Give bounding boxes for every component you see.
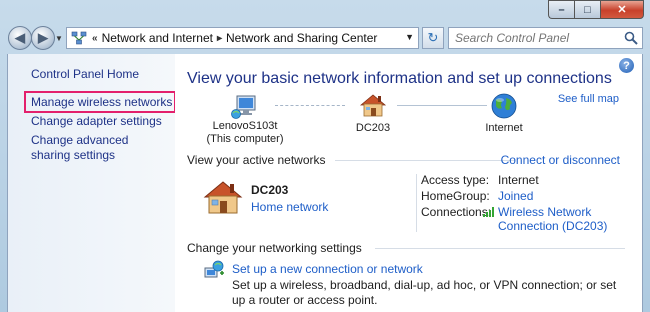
computer-subtitle: (This computer) bbox=[206, 133, 284, 145]
computer-name: LenovoS103t bbox=[212, 120, 278, 132]
breadcrumb-network-and-internet[interactable]: Network and Internet bbox=[102, 31, 213, 45]
connect-or-disconnect-link[interactable]: Connect or disconnect bbox=[501, 153, 620, 167]
address-dropdown-icon[interactable]: ▼ bbox=[405, 32, 414, 42]
search-icon[interactable] bbox=[624, 31, 638, 48]
network-type-link[interactable]: Home network bbox=[251, 200, 328, 214]
new-connection-icon[interactable] bbox=[203, 259, 225, 281]
search-input[interactable] bbox=[455, 31, 625, 45]
address-bar[interactable]: « Network and Internet ▸ Network and Sha… bbox=[66, 27, 419, 49]
breadcrumb-separator-icon[interactable]: ▸ bbox=[213, 33, 226, 44]
page-title: View your basic network information and … bbox=[187, 70, 612, 87]
details-divider bbox=[416, 174, 417, 232]
connections-label: Connections: bbox=[421, 205, 492, 219]
refresh-button[interactable]: ↻ bbox=[422, 27, 444, 49]
map-connector-line bbox=[397, 105, 487, 106]
signal-strength-icon bbox=[483, 207, 494, 217]
map-network-name: DC203 bbox=[355, 122, 391, 134]
access-type-value: Internet bbox=[498, 173, 539, 187]
internet-node[interactable]: Internet bbox=[478, 92, 530, 135]
homegroup-label: HomeGroup: bbox=[421, 189, 490, 203]
network-center-icon bbox=[70, 30, 88, 46]
connection-line-2: Connection (DC203) bbox=[498, 219, 608, 233]
active-networks-heading: View your active networks bbox=[187, 153, 326, 167]
setup-new-connection-link[interactable]: Set up a new connection or network bbox=[232, 262, 423, 276]
change-adapter-settings-link[interactable]: Change adapter settings bbox=[31, 114, 162, 129]
this-computer-node[interactable]: LenovoS103t (This computer) bbox=[205, 94, 285, 146]
help-icon[interactable]: ? bbox=[619, 58, 634, 73]
back-button[interactable]: ◀ bbox=[8, 26, 32, 50]
home-network-icon[interactable] bbox=[203, 179, 243, 215]
active-network-name: DC203 bbox=[251, 183, 289, 197]
connection-line-1: Wireless Network bbox=[498, 205, 592, 219]
back-arrow-icon: ◀ bbox=[15, 30, 25, 45]
map-connector-line bbox=[275, 105, 345, 106]
close-button[interactable]: ✕ bbox=[600, 0, 644, 19]
computer-icon bbox=[231, 95, 256, 119]
forward-button[interactable]: ▶ bbox=[31, 26, 55, 50]
internet-label: Internet bbox=[485, 122, 523, 134]
search-box[interactable] bbox=[448, 27, 643, 49]
globe-icon bbox=[491, 93, 517, 119]
access-type-label: Access type: bbox=[421, 173, 490, 187]
networking-settings-heading: Change your networking settings bbox=[187, 241, 362, 255]
forward-arrow-icon: ▶ bbox=[38, 30, 48, 45]
network-node[interactable]: DC203 bbox=[348, 92, 398, 135]
main-content-pane: ? View your basic network information an… bbox=[175, 54, 643, 312]
maximize-button[interactable]: □ bbox=[574, 0, 600, 19]
recent-pages-dropdown-icon[interactable]: ▼ bbox=[55, 34, 63, 43]
setup-new-connection-description: Set up a wireless, broadband, dial-up, a… bbox=[232, 278, 617, 307]
refresh-icon: ↻ bbox=[427, 30, 439, 45]
left-task-pane: Control Panel Home Manage wireless netwo… bbox=[7, 54, 176, 312]
breadcrumb-overflow-icon[interactable]: « bbox=[88, 33, 102, 44]
breadcrumb-network-sharing-center[interactable]: Network and Sharing Center bbox=[226, 31, 377, 45]
wireless-connection-link[interactable]: Wireless Network Connection (DC203) bbox=[498, 205, 607, 233]
network-sharing-center-window: – □ ✕ ◀ ▶ ▼ « Network and Internet ▸ Net… bbox=[0, 0, 650, 312]
section-divider bbox=[335, 160, 515, 161]
manage-wireless-networks-link[interactable]: Manage wireless networks bbox=[31, 95, 172, 110]
change-advanced-sharing-settings-link[interactable]: Change advanced sharing settings bbox=[31, 133, 171, 163]
minimize-button[interactable]: – bbox=[548, 0, 574, 19]
control-panel-home-link[interactable]: Control Panel Home bbox=[31, 67, 139, 82]
navigation-bar: ◀ ▶ ▼ « Network and Internet ▸ Network a… bbox=[0, 24, 650, 52]
house-icon bbox=[359, 94, 387, 117]
homegroup-joined-link[interactable]: Joined bbox=[498, 189, 533, 203]
section-divider bbox=[375, 248, 625, 249]
see-full-map-link[interactable]: See full map bbox=[558, 93, 619, 105]
caption-buttons: – □ ✕ bbox=[548, 0, 644, 19]
